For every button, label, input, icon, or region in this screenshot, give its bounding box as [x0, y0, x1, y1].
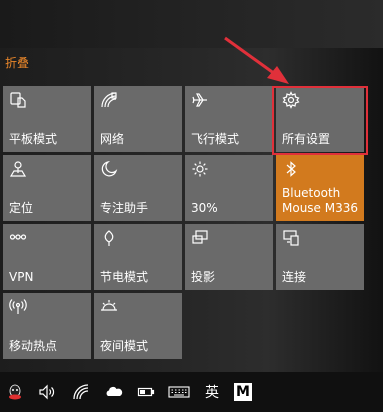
night-light-icon: [100, 298, 118, 316]
tile-battery-saver[interactable]: 节电模式: [94, 224, 182, 290]
tile-label: 定位: [9, 201, 34, 215]
tile-vpn[interactable]: VPN: [3, 224, 91, 290]
tile-focus-assist[interactable]: 专注助手: [94, 155, 182, 221]
network-icon: [100, 91, 118, 109]
tile-all-settings[interactable]: 所有设置: [276, 86, 364, 152]
project-icon: [191, 229, 209, 247]
tile-mobile-hotspot[interactable]: 移动热点: [3, 293, 91, 359]
wifi-icon[interactable]: [70, 382, 92, 402]
m-app-label: M: [234, 383, 252, 401]
vpn-icon: [9, 229, 27, 247]
tile-label: 网络: [100, 132, 125, 146]
tablet-mode-icon: [9, 91, 27, 109]
bluetooth-label: Bluetooth: [282, 186, 341, 200]
battery-saver-icon: [100, 229, 118, 247]
connect-icon: [282, 229, 300, 247]
location-icon: [9, 160, 27, 178]
m-app-icon[interactable]: M: [232, 382, 254, 402]
tile-brightness[interactable]: 30%: [185, 155, 273, 221]
tile-network[interactable]: 网络: [94, 86, 182, 152]
hotspot-icon: [9, 298, 27, 316]
tile-bluetooth[interactable]: Bluetooth Mouse M336: [276, 155, 364, 221]
onedrive-icon[interactable]: [102, 382, 126, 402]
bluetooth-icon: [282, 160, 300, 178]
gear-icon: [282, 91, 300, 109]
ime-icon[interactable]: 英: [201, 382, 223, 402]
airplane-icon: [191, 91, 209, 109]
tile-connect[interactable]: 连接: [276, 224, 364, 290]
action-center-header: [0, 0, 383, 48]
tile-label: Bluetooth Mouse M336: [282, 186, 358, 216]
ime-label: 英: [205, 385, 219, 401]
tile-night-light[interactable]: 夜间模式: [94, 293, 182, 359]
tile-label: 连接: [282, 270, 307, 284]
tile-label: 30%: [191, 201, 218, 215]
tile-label: 投影: [191, 270, 216, 284]
tile-airplane-mode[interactable]: 飞行模式: [185, 86, 273, 152]
moon-icon: [100, 160, 118, 178]
tile-label: 节电模式: [100, 270, 149, 284]
qq-icon[interactable]: [4, 382, 26, 402]
tile-tablet-mode[interactable]: 平板模式: [3, 86, 91, 152]
taskbar: 英 M: [0, 372, 383, 412]
volume-icon[interactable]: [36, 382, 58, 402]
tile-label: 飞行模式: [191, 132, 240, 146]
bluetooth-device-label: Mouse M336: [282, 201, 359, 215]
battery-icon[interactable]: [134, 382, 158, 402]
tile-label: 所有设置: [282, 132, 331, 146]
brightness-icon: [191, 160, 209, 178]
collapse-link[interactable]: 折叠: [5, 54, 29, 71]
tile-location[interactable]: 定位: [3, 155, 91, 221]
tile-label: 移动热点: [9, 339, 58, 353]
tile-project[interactable]: 投影: [185, 224, 273, 290]
annotation-arrow-icon: [224, 36, 289, 84]
tile-label: 夜间模式: [100, 339, 149, 353]
tile-label: 平板模式: [9, 132, 58, 146]
tile-label: VPN: [9, 270, 34, 284]
keyboard-icon[interactable]: [166, 382, 192, 402]
tile-label: 专注助手: [100, 201, 149, 215]
